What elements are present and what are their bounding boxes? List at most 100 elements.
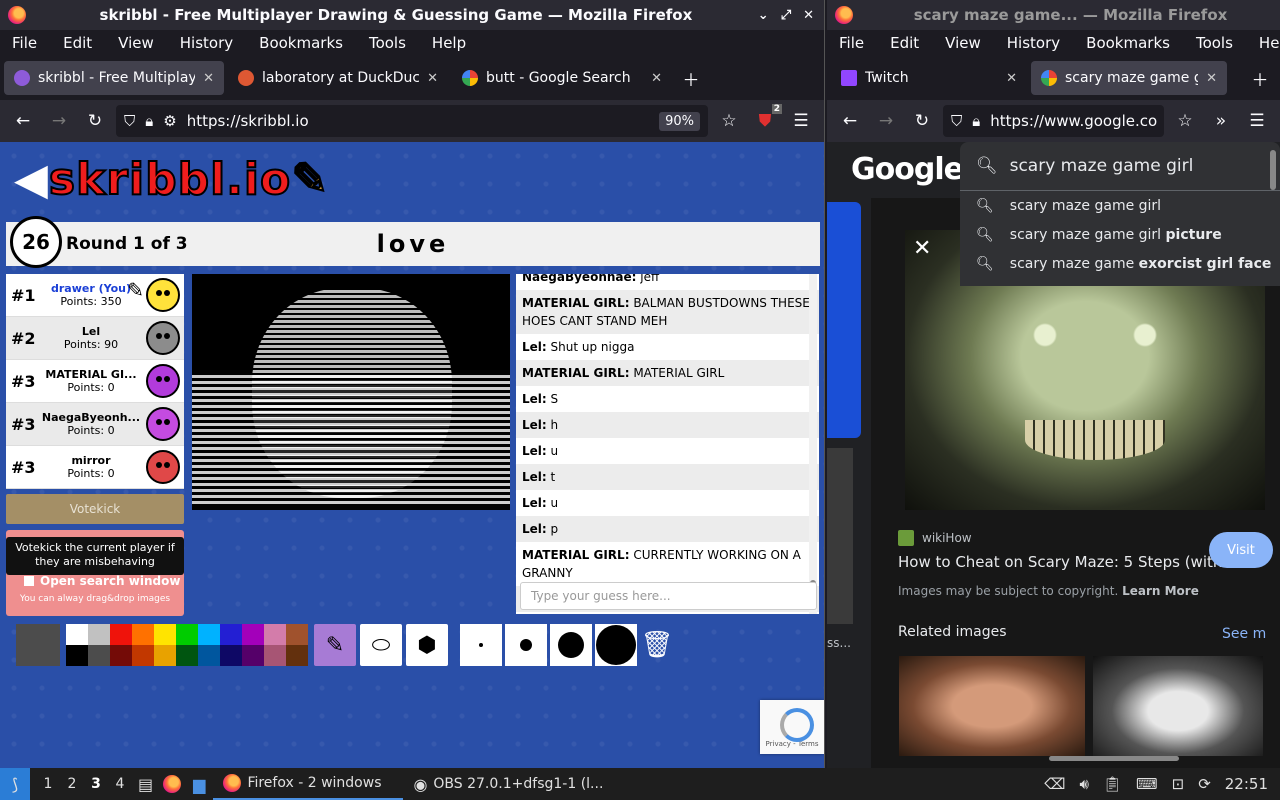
color-swatch[interactable] — [198, 624, 220, 645]
ublock-extension-icon[interactable]: ⛊ 2 — [750, 104, 782, 136]
bookmark-star-icon[interactable]: ☆ — [1170, 106, 1200, 136]
reload-icon[interactable]: ↻ — [80, 106, 110, 136]
color-swatch[interactable] — [66, 645, 88, 666]
player-row[interactable]: #3 NaegaByeonh... Points: 0 — [6, 403, 184, 446]
folder-icon[interactable]: ▆ — [193, 775, 205, 794]
color-swatch[interactable] — [220, 645, 242, 666]
hamburger-menu-icon[interactable]: ☰ — [786, 106, 816, 136]
keyboard-icon[interactable]: ⌨ — [1136, 775, 1158, 793]
trash-tray-icon[interactable]: ⌫ — [1044, 775, 1065, 793]
menu-edit[interactable]: Edit — [55, 34, 100, 52]
color-swatch[interactable] — [176, 645, 198, 666]
workspace-3[interactable]: 3 — [84, 776, 108, 792]
search-suggestion[interactable]: 🔍︎ scary maze game exorcist girl face — [960, 249, 1280, 278]
permissions-icon[interactable]: ⚙ — [163, 112, 176, 130]
menu-help[interactable]: Help — [424, 34, 474, 52]
color-swatch[interactable] — [88, 624, 110, 645]
color-swatch[interactable] — [264, 645, 286, 666]
url-bar[interactable]: ⛉ 🔒︎ https://www.google.co — [943, 105, 1164, 137]
chat-scrollbar[interactable] — [809, 274, 817, 614]
bookmark-star-icon[interactable]: ☆ — [714, 106, 744, 136]
color-swatch[interactable] — [220, 624, 242, 645]
network-icon[interactable]: ⊡ — [1172, 775, 1185, 793]
eraser-tool-icon[interactable]: ⬭ — [360, 624, 402, 666]
tab-google-butt[interactable]: butt - Google Search ✕ — [452, 61, 672, 95]
votekick-button[interactable]: Votekick — [6, 494, 184, 524]
search-suggestion[interactable]: 🔍︎ scary maze game girl picture — [960, 220, 1280, 249]
back-arrow-icon[interactable]: ← — [8, 106, 38, 136]
pencil-tool-icon[interactable]: ✎ — [314, 624, 356, 666]
file-manager-icon[interactable]: ▤ — [138, 775, 153, 794]
color-swatch[interactable] — [198, 645, 220, 666]
close-preview-icon[interactable]: ✕ — [913, 236, 931, 261]
page-scrollbar[interactable] — [1270, 150, 1276, 190]
color-swatch[interactable] — [154, 624, 176, 645]
url-bar[interactable]: ⛉ 🔒︎ ⚙ https://skribbl.io 90% — [116, 105, 708, 137]
back-arrow-icon[interactable]: ← — [835, 106, 865, 136]
menu-edit[interactable]: Edit — [882, 34, 927, 52]
color-swatch[interactable] — [66, 624, 88, 645]
search-suggestion[interactable]: 🔍︎ scary maze game girl — [960, 191, 1280, 220]
color-swatch[interactable] — [132, 645, 154, 666]
menu-view[interactable]: View — [110, 34, 162, 52]
color-swatch[interactable] — [242, 624, 264, 645]
close-tab-icon[interactable]: ✕ — [427, 71, 438, 86]
player-row[interactable]: #3 MATERIAL GI... Points: 0 — [6, 360, 184, 403]
color-swatch[interactable] — [154, 645, 176, 666]
color-swatch[interactable] — [110, 645, 132, 666]
recaptcha-badge[interactable]: Privacy - Terms — [760, 700, 824, 754]
player-row[interactable]: #1 drawer (You) Points: 350 ✎ — [6, 274, 184, 317]
clipboard-icon[interactable]: 📋︎ — [1103, 775, 1122, 793]
workspace-2[interactable]: 2 — [60, 776, 84, 792]
see-more-link[interactable]: See m — [1222, 626, 1266, 642]
close-tab-icon[interactable]: ✕ — [651, 71, 662, 86]
lock-icon[interactable]: 🔒︎ — [145, 112, 153, 130]
drawing-canvas[interactable] — [192, 274, 510, 510]
menu-bookmarks[interactable]: Bookmarks — [251, 34, 351, 52]
color-swatch[interactable] — [242, 645, 264, 666]
open-search-window-toggle[interactable]: Open search window — [24, 574, 180, 588]
new-tab-plus-icon[interactable]: ＋ — [676, 63, 706, 93]
color-swatch[interactable] — [110, 624, 132, 645]
guess-input[interactable]: Type your guess here... — [520, 582, 817, 610]
color-swatch[interactable] — [88, 645, 110, 666]
menu-view[interactable]: View — [937, 34, 989, 52]
taskbar-obs[interactable]: ◉ OBS 27.0.1+dfsg1-1 (l... — [403, 768, 613, 800]
tab-skribbl[interactable]: skribbl - Free Multiplayer ✕ — [4, 61, 224, 95]
tab-google-scary[interactable]: scary maze game girl ✕ — [1031, 61, 1227, 95]
brush-size-xlarge[interactable] — [595, 624, 637, 666]
maximize-icon[interactable]: ⤢ — [781, 8, 791, 23]
close-tab-icon[interactable]: ✕ — [203, 71, 214, 86]
menu-history[interactable]: History — [172, 34, 241, 52]
forward-arrow-icon[interactable]: → — [871, 106, 901, 136]
speaker-icon[interactable]: ◀ — [14, 154, 49, 205]
related-image-2[interactable] — [1093, 656, 1263, 756]
tab-twitch[interactable]: Twitch ✕ — [831, 61, 1027, 95]
menu-help[interactable]: Help — [1251, 34, 1280, 52]
close-tab-icon[interactable]: ✕ — [1206, 71, 1217, 86]
tab-duckduckgo[interactable]: laboratory at DuckDuckG ✕ — [228, 61, 448, 95]
menu-history[interactable]: History — [999, 34, 1068, 52]
trash-clear-icon[interactable]: 🗑︎ — [640, 624, 674, 666]
color-swatch[interactable] — [176, 624, 198, 645]
menu-file[interactable]: File — [831, 34, 872, 52]
start-menu-icon[interactable]: ⟆ — [0, 768, 30, 800]
taskbar-firefox[interactable]: Firefox - 2 windows — [213, 768, 404, 800]
google-search-input[interactable]: 🔍︎ scary maze game girl — [960, 142, 1280, 190]
minimize-icon[interactable]: ⌄ — [758, 8, 769, 23]
color-swatch[interactable] — [132, 624, 154, 645]
workspace-4[interactable]: 4 — [108, 776, 132, 792]
color-swatch[interactable] — [286, 624, 308, 645]
shield-icon[interactable]: ⛉ — [951, 112, 962, 130]
brush-size-large[interactable] — [550, 624, 592, 666]
result-source[interactable]: wikiHow — [898, 530, 972, 546]
new-tab-plus-icon[interactable]: ＋ — [1245, 63, 1275, 93]
left-thumbnail[interactable] — [827, 448, 853, 624]
color-swatch[interactable] — [286, 645, 308, 666]
learn-more-link[interactable]: Learn More — [1122, 584, 1199, 598]
lock-icon[interactable]: 🔒︎ — [972, 112, 980, 130]
related-image-1[interactable] — [899, 656, 1085, 756]
brush-size-medium[interactable] — [505, 624, 547, 666]
firefox-launcher-icon[interactable] — [163, 775, 182, 793]
zoom-indicator[interactable]: 90% — [659, 111, 700, 131]
